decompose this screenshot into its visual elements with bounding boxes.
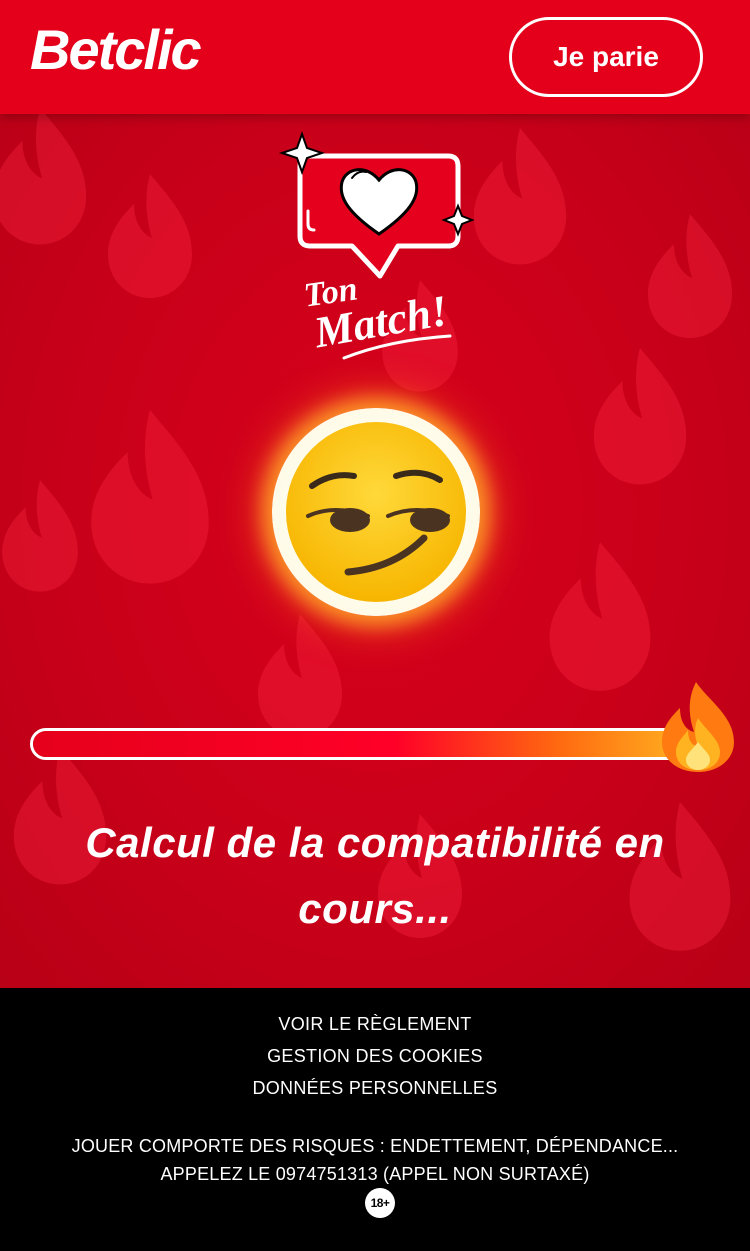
ton-match-badge: Ton Match! xyxy=(270,126,480,366)
compatibility-status-text: Calcul de la compatibilité en cours... xyxy=(85,819,665,932)
page: Betclic Je parie Ton Match! Calcul de la… xyxy=(0,0,750,1251)
footer: VOIR LE RÈGLEMENT GESTION DES COOKIES DO… xyxy=(0,988,750,1251)
fire-icon xyxy=(662,682,734,772)
rules-link[interactable]: VOIR LE RÈGLEMENT xyxy=(0,1008,750,1040)
footer-links: VOIR LE RÈGLEMENT GESTION DES COOKIES DO… xyxy=(0,1008,750,1104)
compatibility-progress-bar xyxy=(30,728,694,760)
cookies-link[interactable]: GESTION DES COOKIES xyxy=(0,1040,750,1072)
progress-fill xyxy=(33,731,691,757)
gambling-warning: JOUER COMPORTE DES RISQUES : ENDETTEMENT… xyxy=(0,1132,750,1188)
smirking-face-icon xyxy=(286,422,466,602)
betclic-logo[interactable]: Betclic xyxy=(30,22,202,78)
top-header: Betclic Je parie xyxy=(0,0,750,114)
warning-line-2: APPELEZ LE 0974751313 (APPEL NON SURTAXÉ… xyxy=(160,1164,590,1184)
emoji-glow-circle xyxy=(272,408,480,616)
main-content: Ton Match! Calcul de la compatibilité en… xyxy=(0,114,750,988)
je-parie-button[interactable]: Je parie xyxy=(509,17,703,97)
age-restriction-badge: 18+ xyxy=(365,1188,395,1218)
warning-line-1: JOUER COMPORTE DES RISQUES : ENDETTEMENT… xyxy=(71,1136,679,1156)
personal-data-link[interactable]: DONNÉES PERSONNELLES xyxy=(0,1072,750,1104)
